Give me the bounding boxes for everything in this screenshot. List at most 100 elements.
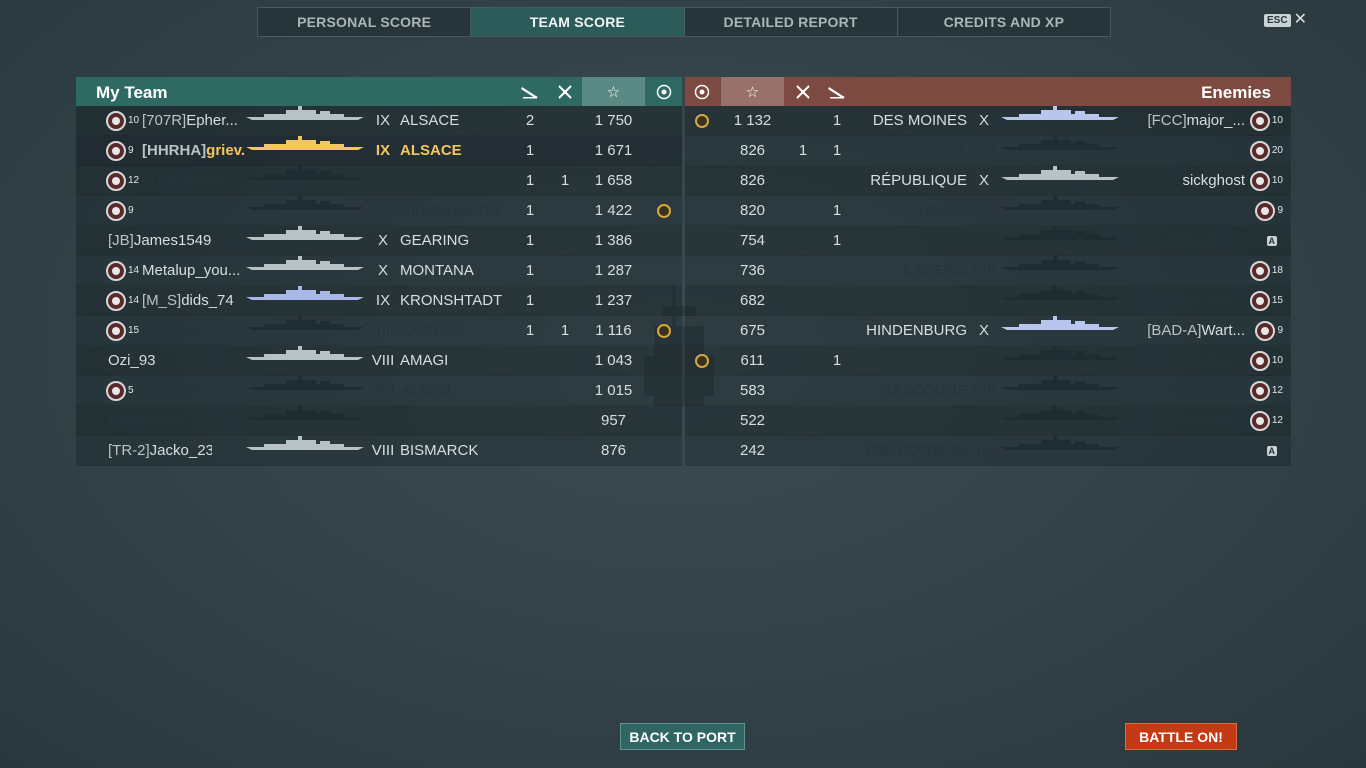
planes-count: 1: [560, 172, 570, 189]
ship-silhouette: [246, 286, 364, 300]
enemy-player-row[interactable]: 754 1 IZUMO IX [WP_] DKAlomar A: [685, 226, 1291, 256]
ship-silhouette: [1001, 106, 1119, 120]
back-to-port-button[interactable]: BACK TO PORT: [620, 723, 745, 750]
ship-name: GEARING: [400, 232, 470, 249]
enemy-player-row[interactable]: 1 132 1 DES MOINES X [FCC] major_... 10: [685, 106, 1291, 136]
team-player-row[interactable]: 15 [POLA] Jinxe... VIII AKIZUKI 1 1 1 116: [76, 316, 682, 346]
rank-badge: 9: [1255, 196, 1283, 225]
rank-icon: [1255, 200, 1276, 221]
division-badge: A: [1266, 226, 1277, 255]
achievement-icon[interactable]: [651, 77, 677, 106]
torpedo-icon[interactable]: [825, 77, 849, 106]
enemy-player-row[interactable]: 675 HINDENBURG X [BAD-A] Wart... 9: [685, 316, 1291, 346]
ship-tier: VIII: [371, 442, 395, 459]
player-name: [HHRHA]griev...: [142, 136, 246, 165]
rank-number: 12: [1271, 385, 1283, 396]
player-nickname: dids_74: [181, 292, 234, 309]
base-xp-score: 583: [739, 382, 766, 399]
battle-on-button[interactable]: BATTLE ON!: [1125, 723, 1237, 750]
planes-count: [791, 226, 815, 255]
team-player-row[interactable]: 9 [HHRHA]griev... IX ALSACE 1 1 671: [76, 136, 682, 166]
ship-name: IZUMO: [918, 232, 967, 249]
planes-count: [791, 376, 815, 405]
team-player-row[interactable]: Ozi_93 VIII AMAGI 1 043: [76, 346, 682, 376]
player-name: [YARRR] warc...: [142, 376, 246, 405]
ship-silhouette: [246, 136, 364, 150]
player-name: Ozi_93: [108, 346, 156, 375]
rank-icon: [106, 380, 126, 401]
enemy-player-row[interactable]: 242 DM. DONSKOI IX [WP_] zalxt A: [685, 436, 1291, 466]
ship-name: DM. DONSKOI: [866, 442, 967, 459]
rank-badge: 10: [1249, 106, 1283, 135]
team-player-row[interactable]: Karlos1138 VIII MOGAMI 957: [76, 406, 682, 436]
enemy-player-row[interactable]: 682 GEARING X [D0815] ToM... 15: [685, 286, 1291, 316]
planes-icon[interactable]: [791, 77, 815, 106]
team-player-row[interactable]: 14 [M_S] dids_74 IX KRONSHTADT 1 1 237: [76, 286, 682, 316]
team-player-row[interactable]: 12 [-HNC-] huss... X DES MOINES 1 1 1 658: [76, 166, 682, 196]
player-nickname: sickghost: [1182, 172, 1245, 189]
team-player-row[interactable]: 14 Metalup_you... X MONTANA 1 1 287: [76, 256, 682, 286]
rank-number: 20: [1271, 145, 1283, 156]
achievement-icon[interactable]: [689, 77, 715, 106]
enemies-title: Enemies: [1201, 83, 1271, 102]
rank-badge: 10: [1249, 166, 1283, 195]
team-player-row[interactable]: 9 [KEKS1] Marc... X HINDENBURG 1 1 422: [76, 196, 682, 226]
rank-badge: 12: [1249, 406, 1283, 435]
ship-tier: IX: [976, 442, 992, 459]
ship-name: CHARLES MAR...: [846, 412, 967, 429]
rank-badge: 9: [1255, 316, 1283, 345]
planes-count: [553, 106, 577, 135]
ship-name: MONTANA: [400, 262, 474, 279]
star-icon[interactable]: ☆: [721, 77, 784, 106]
star-icon[interactable]: ☆: [582, 77, 645, 106]
base-xp-score: 1 671: [594, 142, 633, 159]
ship-silhouette: [246, 376, 364, 390]
enemy-player-row[interactable]: 826 RÉPUBLIQUE Xsickghost 10: [685, 166, 1291, 196]
team-player-row[interactable]: [TR-2] Jacko_23 VIII BISMARCK 876: [76, 436, 682, 466]
tab-credits-and-xp[interactable]: CREDITS AND XP: [898, 8, 1110, 36]
enemy-player-row[interactable]: 611 1 ATAGO VIII [RDB] Captai... 10: [685, 346, 1291, 376]
ship-silhouette: [1001, 256, 1119, 270]
planes-icon[interactable]: [553, 77, 577, 106]
kills-count: [825, 286, 849, 315]
rank-badge: 15: [106, 316, 139, 345]
ship-silhouette: [1001, 226, 1119, 240]
rank-icon: [1249, 350, 1270, 371]
close-button[interactable]: ESC ✕: [1264, 12, 1307, 28]
kills-count: [825, 316, 849, 345]
enemy-player-row[interactable]: 522 CHARLES MAR... VIII [RZV] Verus... 12: [685, 406, 1291, 436]
enemy-player-row[interactable]: 736 KAGERO VIII [SYM] Bojan... 18: [685, 256, 1291, 286]
rank-number: 14: [128, 295, 140, 306]
clan-tag: [JB]: [108, 232, 134, 249]
base-xp-score: 1 015: [594, 382, 633, 399]
enemy-player-row[interactable]: 583 GASCOGNE VIII [PURZL] As... 12: [685, 376, 1291, 406]
rank-icon: [1249, 260, 1270, 281]
clan-tag: [M_S]: [142, 292, 182, 309]
tab-personal-score[interactable]: PERSONAL SCORE: [258, 8, 472, 36]
rank-badge: 12: [1249, 376, 1283, 405]
ship-name: GASCOGNE: [880, 382, 967, 399]
team-player-row[interactable]: 5 [YARRR] warc... VIII ATAGO 1 015: [76, 376, 682, 406]
player-name: [OFCV] kurjak...: [1142, 196, 1245, 225]
base-xp-score: 1 287: [594, 262, 633, 279]
player-name: [BAD-A] Wart...: [1147, 316, 1245, 345]
torpedo-icon[interactable]: [518, 77, 542, 106]
enemies-rows: 1 132 1 DES MOINES X [FCC] major_... 10 826 1 1 N.…: [685, 106, 1291, 466]
kills-count: [825, 166, 849, 195]
ship-silhouette: [1001, 286, 1119, 300]
tab-detailed-report[interactable]: DETAILED REPORT: [685, 8, 898, 36]
ship-tier: VIII: [972, 142, 996, 159]
base-xp-score: 1 658: [594, 172, 633, 189]
tab-team-score[interactable]: TEAM SCORE: [471, 8, 685, 36]
enemy-player-row[interactable]: 826 1 1 N. CAROLINA VIII [SBS] Thund... 20: [685, 136, 1291, 166]
team-player-row[interactable]: [JB] James1549 X GEARING 1 1 386: [76, 226, 682, 256]
base-xp-score: 242: [739, 442, 766, 459]
player-name: sickghost: [1182, 166, 1245, 195]
team-player-row[interactable]: 10 [707R] Epher... IX ALSACE 2 1 750: [76, 106, 682, 136]
kills-count: 1: [525, 172, 535, 189]
base-xp-score: 1 422: [594, 202, 633, 219]
player-nickname: zalxt: [1214, 442, 1245, 459]
clan-tag: [707R]: [142, 112, 187, 129]
clan-tag: [TR-2]: [108, 442, 150, 459]
enemy-player-row[interactable]: 820 1 IZUMO IX [OFCV] kurjak... 9: [685, 196, 1291, 226]
